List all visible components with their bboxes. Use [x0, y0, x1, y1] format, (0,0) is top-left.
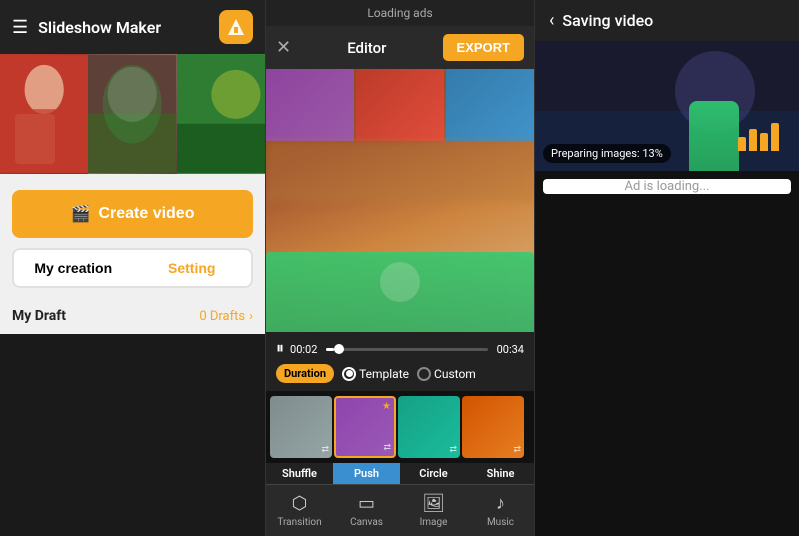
ad-container: Ad is loading...	[543, 179, 791, 194]
editor-panel: Loading ads ✕ Editor EXPORT ⏸ 00:02	[265, 0, 535, 536]
progress-bar-row: ⏸ 00:02 00:34	[276, 340, 524, 358]
toolbar-music[interactable]: ♪ Music	[467, 485, 534, 536]
transition-tab-bar: Shuffle Push Circle Shine	[266, 463, 534, 484]
saving-thumbnail: Preparing images: 13%	[535, 41, 799, 171]
duration-tag[interactable]: Duration	[276, 364, 334, 383]
bar-3	[760, 133, 768, 151]
template-radio[interactable]	[342, 367, 356, 381]
playback-controls: ⏸ 00:02 00:34 Duration Template Custom	[266, 332, 534, 391]
thumbnail-2[interactable]: ★ ⇄	[334, 396, 396, 458]
blurred-area	[266, 141, 534, 201]
star-icon: ★	[382, 401, 391, 412]
shuffle-overlay-3: ⇄	[449, 445, 457, 455]
progress-overlay: Preparing images: 13%	[543, 144, 671, 163]
bottom-toolbar: ⬡ Transition ▭ Canvas 🖼 Image ♪ Music	[266, 484, 534, 536]
radio-inner	[346, 370, 353, 377]
ads-loading-text: Loading ads	[367, 6, 432, 20]
editor-title: Editor	[347, 39, 386, 57]
hero-images	[0, 54, 265, 174]
frame-1	[266, 69, 354, 141]
bar-2	[749, 129, 757, 151]
drafts-link[interactable]: 0 Drafts ›	[199, 309, 253, 324]
person-image	[0, 54, 88, 174]
bar-chart-icon	[738, 123, 779, 151]
forest-image	[88, 54, 176, 174]
thumbnail-3[interactable]: ⇄	[398, 396, 460, 458]
close-icon[interactable]: ✕	[276, 37, 291, 58]
thumbnail-1[interactable]: ⇄	[270, 396, 332, 458]
transition-tab-push[interactable]: Push	[333, 463, 400, 484]
shuffle-overlay-2: ⇄	[383, 443, 391, 453]
export-button[interactable]: EXPORT	[443, 34, 524, 61]
char-head	[380, 262, 420, 302]
hero-image-1	[0, 54, 88, 174]
anime-scene	[266, 69, 534, 332]
toolbar-image[interactable]: 🖼 Image	[400, 485, 467, 536]
custom-option[interactable]: Custom	[417, 367, 476, 381]
action-area: 🎬 Create video My creation Setting	[0, 174, 265, 298]
menu-icon[interactable]: ☰	[12, 17, 28, 38]
right-panel: ‹ Saving video Preparing images: 13%	[535, 0, 799, 536]
progress-thumb[interactable]	[334, 344, 344, 354]
thumbnail-strip: ⇄ ★ ⇄ ⇄ ⇄	[266, 391, 534, 463]
custom-radio[interactable]	[417, 367, 431, 381]
ads-loading-bar: Loading ads	[266, 0, 534, 26]
bar-1	[738, 137, 746, 151]
time-start: 00:02	[290, 343, 320, 356]
drafts-section: My Draft 0 Drafts ›	[0, 298, 265, 334]
drafts-count: 0 Drafts	[199, 309, 245, 324]
music-icon: ♪	[496, 493, 505, 514]
toolbar-canvas[interactable]: ▭ Canvas	[333, 485, 400, 536]
transition-tab-circle[interactable]: Circle	[400, 463, 467, 484]
clapperboard-icon: 🎬	[71, 204, 91, 224]
toolbar-transition[interactable]: ⬡ Transition	[266, 485, 333, 536]
time-end: 00:34	[494, 343, 524, 356]
creation-tabs: My creation Setting	[12, 248, 253, 288]
hero-image-3	[177, 54, 265, 174]
bar-4	[771, 123, 779, 151]
template-option[interactable]: Template	[342, 367, 409, 381]
image-icon: 🖼	[422, 493, 445, 514]
tab-setting[interactable]: Setting	[133, 250, 252, 286]
progress-track[interactable]	[326, 348, 488, 351]
progress-fill	[326, 348, 334, 351]
canvas-icon: ▭	[358, 493, 375, 514]
transition-icon: ⬡	[292, 493, 308, 514]
left-panel: ☰ Slideshow Maker	[0, 0, 265, 536]
editor-header: ✕ Editor EXPORT	[266, 26, 534, 69]
logo-icon	[226, 17, 246, 37]
saving-title: Saving video	[562, 11, 653, 30]
tab-my-creation[interactable]: My creation	[14, 250, 133, 286]
drafts-title: My Draft	[12, 308, 66, 324]
back-icon[interactable]: ‹	[549, 10, 554, 31]
app-logo	[219, 10, 253, 44]
saving-character	[689, 101, 739, 171]
nature-image	[177, 54, 265, 174]
thumbnail-4[interactable]: ⇄	[462, 396, 524, 458]
frame-2	[356, 69, 444, 141]
create-video-button[interactable]: 🎬 Create video	[12, 190, 253, 238]
shuffle-overlay-4: ⇄	[513, 445, 521, 455]
duration-row: Duration Template Custom	[276, 364, 524, 383]
chevron-right-icon: ›	[249, 309, 253, 324]
frame-3	[446, 69, 534, 141]
transition-tab-shuffle[interactable]: Shuffle	[266, 463, 333, 484]
progress-text: Preparing images: 13%	[551, 147, 663, 160]
app-title: Slideshow Maker	[38, 18, 209, 37]
anime-character-bottom	[266, 252, 534, 332]
saving-header: ‹ Saving video	[535, 0, 799, 41]
saving-preview: Preparing images: 13% Ad is loading...	[535, 41, 799, 536]
shuffle-overlay-1: ⇄	[321, 445, 329, 455]
hero-image-2	[88, 54, 176, 174]
video-preview	[266, 69, 534, 332]
ad-loading-text: Ad is loading...	[624, 179, 709, 194]
transition-tab-shine[interactable]: Shine	[467, 463, 534, 484]
app-header: ☰ Slideshow Maker	[0, 0, 265, 54]
pause-button[interactable]: ⏸	[276, 340, 284, 358]
